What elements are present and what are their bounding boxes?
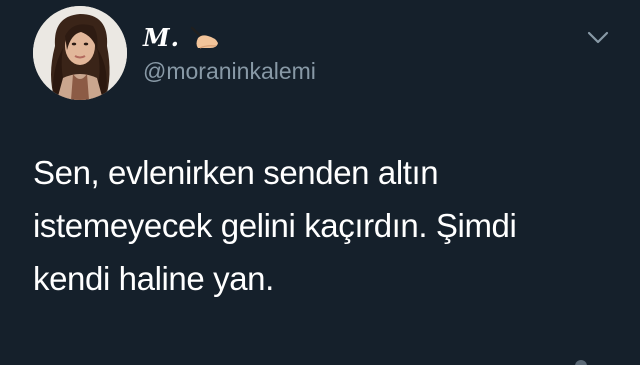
writing-hand-icon <box>186 24 220 50</box>
tweet-text-line: kendi haline yan. <box>33 260 274 297</box>
avatar[interactable] <box>33 6 127 100</box>
author-display-name[interactable]: M. <box>143 23 180 52</box>
chevron-down-icon[interactable] <box>585 28 611 46</box>
more-indicator-icon <box>575 360 587 365</box>
tweet-text-line: Sen, evlenirken senden altın <box>33 154 439 191</box>
tweet-text-line: istemeyecek gelini kaçırdın. Şimdi <box>33 207 517 244</box>
tweet-text: Sen, evlenirken senden altın istemeyecek… <box>33 146 623 305</box>
author-name-row[interactable]: M. <box>143 22 220 52</box>
tweet-card: M. @moraninkalemi Sen, evlenirken senden… <box>0 0 640 365</box>
profile-photo <box>33 6 127 100</box>
author-handle[interactable]: @moraninkalemi <box>143 58 316 85</box>
